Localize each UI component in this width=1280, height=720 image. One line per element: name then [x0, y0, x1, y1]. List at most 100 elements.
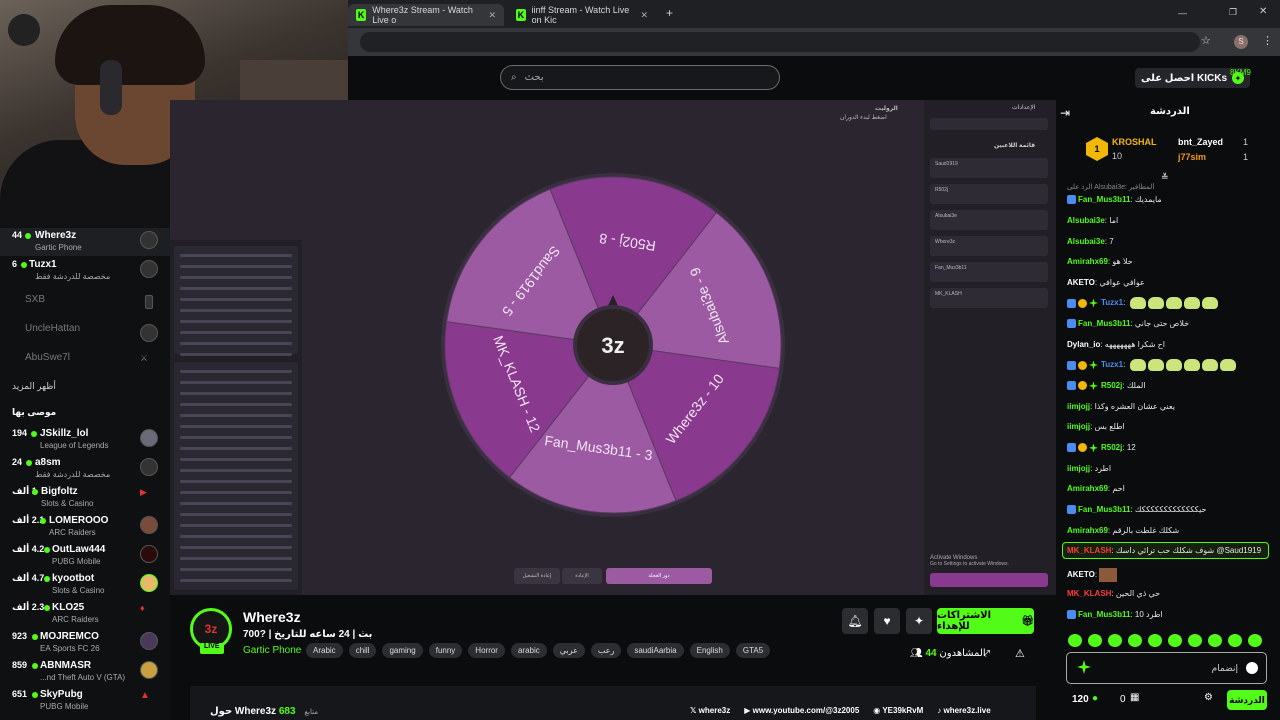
tag[interactable]: arabic	[510, 643, 547, 658]
chat-message[interactable]: Fan_Mus3b11: مايمديك	[1067, 195, 1272, 205]
gifter-name[interactable]: j77sim	[1178, 152, 1206, 162]
gifter-name[interactable]: bnt_Zayed	[1178, 137, 1223, 147]
tag[interactable]: رعب	[590, 643, 622, 658]
collapse-chat-icon[interactable]: ⇥	[1060, 106, 1070, 120]
emote-icon[interactable]	[1108, 634, 1122, 647]
close-icon[interactable]: ✕	[488, 10, 496, 21]
sidebar-channel-rec[interactable]: 2.3 ألف KLO25 ARC Raiders ♦	[0, 600, 170, 628]
bookmark-star-icon[interactable]: ☆	[1201, 34, 1211, 47]
sidebar-channel-abuswe7l[interactable]: AbuSwe7l ⚔	[0, 350, 170, 378]
emote-icon[interactable]	[1208, 634, 1222, 647]
reset-button[interactable]: الإعادة	[562, 568, 602, 584]
sidebar-channel-rec[interactable]: 24 a8sm مخصصة للدردشة فقط	[0, 455, 170, 483]
social-link-discord[interactable]: ◉ YE39kRvM	[873, 706, 923, 715]
url-field[interactable]	[360, 32, 1200, 52]
sidebar-channel-rec[interactable]: 2.1 ألف LOMEROOO ARC Raiders	[0, 513, 170, 541]
player-row[interactable]: Where3z	[930, 236, 1048, 256]
player-row[interactable]: Fan_Mus3b11	[930, 262, 1048, 282]
chat-message[interactable]: AKETO: عوافي عوافي	[1067, 278, 1272, 287]
chat-message[interactable]: AKETO:	[1067, 568, 1272, 582]
emoji-picker-icon[interactable]	[1246, 662, 1258, 674]
chat-message[interactable]: R502j: الملك	[1067, 381, 1272, 391]
restore-icon[interactable]: ❐	[1229, 7, 1237, 18]
chat-message[interactable]: iimjojj: اطرد	[1067, 464, 1272, 473]
chat-input[interactable]: إنضمام	[1066, 652, 1267, 684]
tag[interactable]: Arabic	[306, 643, 343, 658]
close-icon[interactable]: ✕	[640, 10, 648, 21]
chat-message[interactable]: Alsubai3e: اما	[1067, 216, 1272, 225]
sidebar-channel-unclehattan[interactable]: UncleHattan	[0, 321, 170, 349]
emote-icon[interactable]	[1148, 634, 1162, 647]
chat-message[interactable]: iimjojj: اطلع بس	[1067, 422, 1272, 431]
roulette-wheel[interactable]: R502j - 8 Alsubai3e - 9 Where3z - 10 Fan_Mu…	[438, 170, 788, 520]
tab-where3z[interactable]: K Where3z Stream - Watch Live o ✕	[348, 4, 504, 26]
stream-category[interactable]: Gartic Phone	[243, 645, 301, 656]
emote-icon[interactable]	[1128, 634, 1142, 647]
profile-avatar[interactable]: S	[1234, 35, 1248, 49]
video-player[interactable]: الروليت اضغط لبدء الدوران R502j - 8 Alsub…	[170, 100, 1056, 595]
tag[interactable]: funny	[428, 643, 463, 658]
player-row[interactable]: R502j	[930, 184, 1048, 204]
emote-icon[interactable]	[1068, 634, 1082, 647]
social-link-youtube[interactable]: ▶ www.youtube.com/@3z2005	[744, 706, 859, 715]
sparkle-icon[interactable]: ✦	[906, 608, 932, 634]
spin-button[interactable]: دور العجلة	[606, 568, 712, 584]
chat-settings-gear-icon[interactable]: ⚙	[1204, 692, 1213, 703]
chat-message[interactable]: Dylan_io: اح شكرا هههههههه	[1067, 340, 1272, 349]
sidebar-channel-tuzx1[interactable]: 6 Tuzx1 مخصصة للدردشة فقط	[0, 257, 170, 285]
tag[interactable]: GTA5	[735, 643, 771, 658]
tag[interactable]: Horror	[468, 643, 505, 658]
sidebar-channel-rec[interactable]: 4.2 ألف OutLaw444 PUBG Mobile	[0, 542, 170, 570]
sidebar-channel-rec[interactable]: 194 JSkillz_lol League of Legends	[0, 426, 170, 454]
sidebar-channel-sxb[interactable]: SXB	[0, 292, 170, 320]
tab-iinff[interactable]: K iinff Stream - Watch Live on Kic ✕	[508, 4, 656, 26]
sidebar-channel-rec[interactable]: 859 ABNMASR ...nd Theft Auto V (GTA)	[0, 658, 170, 686]
sparkle-icon[interactable]	[1077, 660, 1091, 674]
chat-message[interactable]: Amirahx69: شكلك غلطت بالرقم	[1067, 526, 1272, 535]
gifter-name[interactable]: KROSHAL	[1112, 137, 1157, 147]
player-row[interactable]: Alsubai3e	[930, 210, 1048, 230]
settings-tabs[interactable]	[930, 118, 1048, 130]
player-row[interactable]: MK_KLASH	[930, 288, 1048, 308]
emote-icon[interactable]	[1228, 634, 1242, 647]
store-icon[interactable]: ▦	[1130, 692, 1139, 703]
social-link-x[interactable]: 𝕏 where3z	[690, 706, 730, 715]
sidebar-channel-rec[interactable]: 4.7 ألف kyootbot Slots & Casino	[0, 571, 170, 599]
restart-button[interactable]: إعادة التشغيل	[514, 568, 560, 584]
emote-icon[interactable]	[1188, 634, 1202, 647]
emote-icon[interactable]	[1168, 634, 1182, 647]
window-close-icon[interactable]: ✕	[1259, 6, 1267, 17]
notification-bell-icon[interactable]: 🔔︎	[842, 608, 868, 634]
new-tab-icon[interactable]: +	[666, 6, 673, 20]
chat-message[interactable]: Alsubai3e: 7	[1067, 237, 1272, 246]
streamer-name[interactable]: Where3z	[243, 609, 301, 625]
show-more-link[interactable]: أظهر المزيد	[12, 381, 56, 392]
tag[interactable]: English	[689, 643, 730, 658]
search-input[interactable]: ⌕ بحث	[500, 65, 780, 90]
emote-icon[interactable]	[1248, 634, 1262, 647]
chat-message[interactable]: Fan_Mus3b11: خلاص حتى جاني	[1067, 319, 1272, 329]
report-icon[interactable]: ⚠	[1015, 647, 1025, 660]
chat-message[interactable]: Amirahx69: حلا هو	[1067, 257, 1272, 266]
add-player-button[interactable]	[930, 573, 1048, 587]
sidebar-channel-rec[interactable]: 923 MOJREMCO EA Sports FC 26	[0, 629, 170, 657]
chat-send-button[interactable]: الدردشة	[1227, 690, 1267, 710]
chat-message[interactable]: Amirahx69: احم	[1067, 484, 1272, 493]
chat-message[interactable]: Tuzx1:	[1067, 297, 1272, 309]
emote-icon[interactable]	[1088, 634, 1102, 647]
share-icon[interactable]: ⤤	[984, 648, 990, 661]
tag[interactable]: saudiAarbia	[627, 643, 684, 658]
social-link-tiktok[interactable]: ♪ where3z.live	[937, 706, 990, 715]
sidebar-channel-rec[interactable]: 651 SkyPubg PUBG Mobile ▲	[0, 687, 170, 715]
follow-heart-icon[interactable]: ♥	[874, 608, 900, 634]
tag[interactable]: gaming	[382, 643, 423, 658]
gift-subs-button[interactable]: الاشتراكات للإهداء 🎁︎	[937, 608, 1034, 634]
chat-message[interactable]: MK_KLASH: حي ذي الحين	[1067, 589, 1272, 598]
tag[interactable]: عربي	[552, 643, 585, 658]
chat-message[interactable]: Fan_Mus3b11: حيكككككككككككككك	[1067, 505, 1272, 515]
pinned-toggle-icon[interactable]: ≚	[1161, 172, 1169, 183]
chat-message-highlighted[interactable]: MK_KLASH: شوف شكلك حب ترائي داسك @Saud19…	[1062, 542, 1269, 559]
minimize-icon[interactable]: —	[1178, 8, 1187, 18]
menu-icon[interactable]: ⋮	[1262, 34, 1273, 47]
chat-message[interactable]: Tuzx1:	[1067, 359, 1272, 371]
